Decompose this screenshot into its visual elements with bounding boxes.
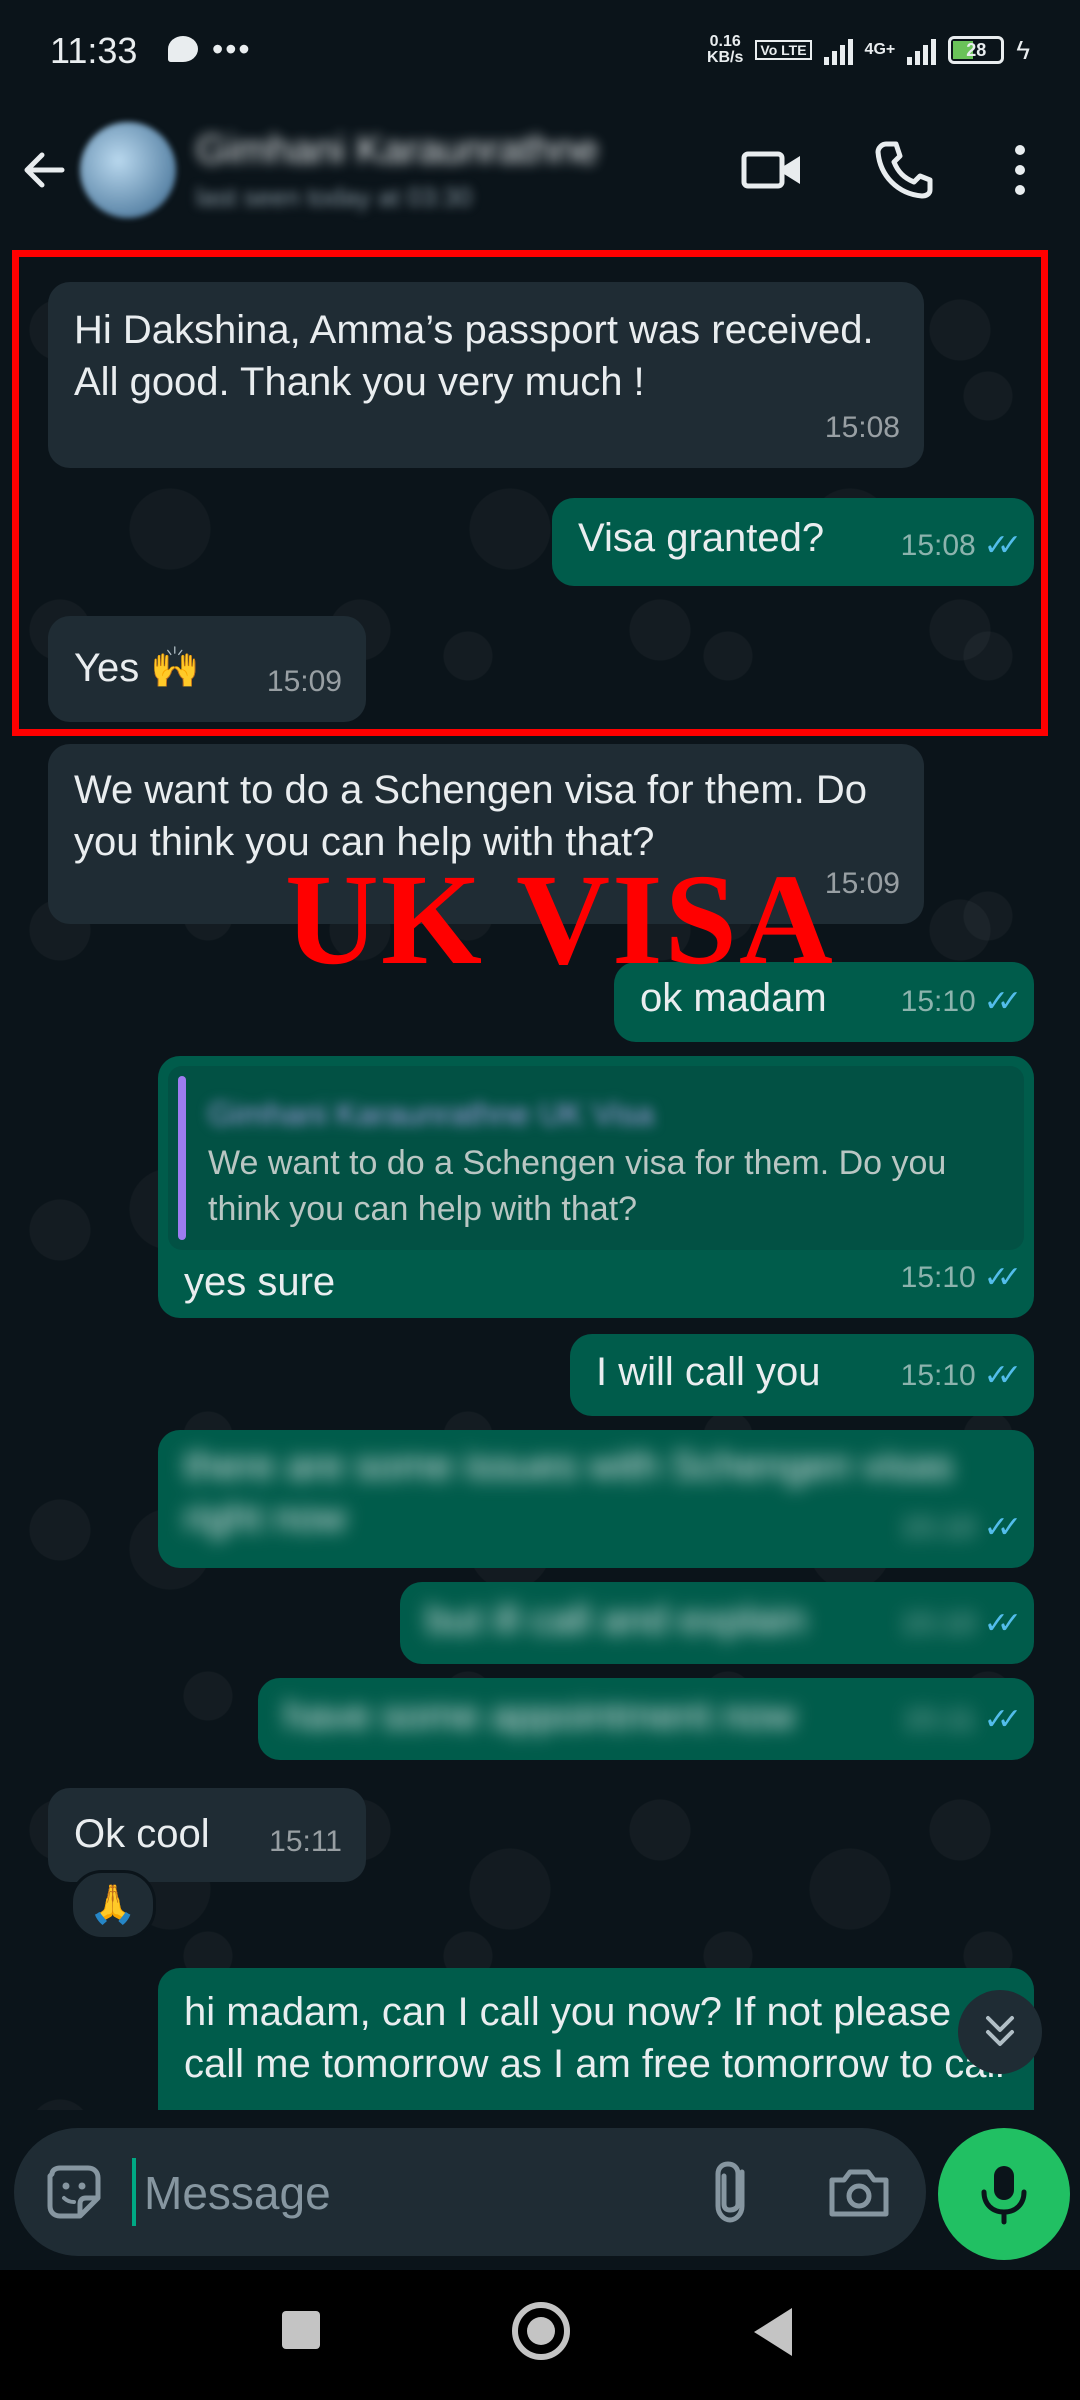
message-bubble-outgoing-reply[interactable]: Gimhani Karaunrathne UK Visa We want to …	[158, 1056, 1034, 1318]
contact-name[interactable]: Gimhani Karaunrathne	[196, 128, 598, 173]
message-meta: 15:11 ✓✓	[902, 1694, 1022, 1746]
battery-icon: 28	[948, 36, 1005, 64]
home-button[interactable]	[512, 2302, 570, 2360]
system-indicators: 0.16 KB/s Vo LTE 4G+ 28 ϟ	[707, 34, 1030, 66]
message-time: 15:11	[902, 1703, 976, 1736]
message-bubble-outgoing-blurred[interactable]: but ill call and explain 15:10 ✓✓	[400, 1582, 1034, 1664]
scroll-to-bottom-button[interactable]	[958, 1990, 1042, 2074]
quoted-text: We want to do a Schengen visa for them. …	[208, 1144, 947, 1228]
message-text: hi madam, can I call you now? If not ple…	[184, 1990, 1005, 2086]
read-receipt-icon: ✓✓	[983, 1703, 1022, 1736]
recent-apps-button[interactable]	[282, 2311, 320, 2349]
message-meta: 15:10 ✓✓	[900, 976, 1022, 1028]
message-time: 15:10	[900, 1607, 976, 1640]
network-speed-unit: KB/s	[706, 49, 744, 66]
read-receipt-icon: ✓✓	[983, 1359, 1022, 1392]
voice-call-icon[interactable]	[872, 138, 936, 202]
quoted-message[interactable]: Gimhani Karaunrathne UK Visa We want to …	[168, 1066, 1024, 1250]
voice-message-button[interactable]	[938, 2128, 1070, 2260]
message-time: 15:10	[900, 1511, 976, 1544]
message-time: 15:11	[269, 1825, 342, 1858]
message-input[interactable]	[142, 2158, 706, 2228]
read-receipt-icon: ✓✓	[983, 1607, 1022, 1640]
message-time: 15:10	[900, 1261, 976, 1294]
annotation-label: UK VISA	[285, 848, 835, 992]
volte-badge: Vo LTE	[755, 40, 812, 60]
more-options-icon[interactable]	[988, 138, 1052, 202]
message-bubble-outgoing-blurred[interactable]: have some appointment now 15:11 ✓✓	[258, 1678, 1034, 1760]
double-chevron-down-icon	[986, 2016, 1014, 2046]
video-call-icon[interactable]	[740, 138, 804, 202]
message-text: there are some issues with Schengen visa…	[184, 1444, 954, 1540]
status-bar: 11:33 ••• 0.16 KB/s Vo LTE 4G+ 28 ϟ	[0, 0, 1080, 100]
message-meta: 15:10 ✓✓	[900, 1252, 1022, 1304]
more-notifications-indicator: •••	[212, 31, 252, 67]
message-time: 15:10	[900, 985, 976, 1018]
message-text: yes sure	[184, 1260, 336, 1304]
message-meta: 15:10 ✓✓	[900, 1598, 1022, 1650]
message-bubble-outgoing[interactable]: I will call you 15:10 ✓✓	[570, 1334, 1034, 1416]
text-cursor	[132, 2158, 136, 2226]
reaction-emoji: 🙏	[89, 1884, 137, 1926]
message-bubble-outgoing[interactable]: hi madam, can I call you now? If not ple…	[158, 1968, 1034, 2110]
paperclip-icon[interactable]	[702, 2158, 766, 2226]
avatar[interactable]	[80, 122, 176, 218]
message-meta: 15:10 ✓✓	[900, 1502, 1022, 1554]
chat-header: Gimhani Karaunrathne last seen today at …	[0, 100, 1080, 240]
message-time: 15:10	[900, 1359, 976, 1392]
message-text: have some appointment now	[284, 1694, 796, 1738]
message-bubble-outgoing-blurred[interactable]: there are some issues with Schengen visa…	[158, 1430, 1034, 1568]
system-back-button[interactable]	[754, 2308, 792, 2356]
network-speed-value: 0.16	[709, 33, 741, 50]
back-arrow-icon[interactable]	[18, 145, 68, 195]
battery-level: 28	[966, 40, 987, 60]
signal-strength-icon	[823, 35, 853, 65]
read-receipt-icon: ✓✓	[983, 1261, 1022, 1294]
notification-icons: •••	[168, 31, 252, 67]
status-time: 11:33	[50, 30, 138, 71]
read-receipt-icon: ✓✓	[983, 1511, 1022, 1544]
sticker-icon[interactable]	[42, 2160, 106, 2224]
message-meta: 15:11	[269, 1816, 342, 1868]
last-seen-status: last seen today at 03:30	[196, 182, 473, 212]
charging-icon: ϟ	[1016, 34, 1030, 65]
network-type: 4G+	[864, 41, 896, 58]
read-receipt-icon: ✓✓	[983, 985, 1022, 1018]
signal-strength-icon-2	[907, 35, 937, 65]
message-bubble-incoming[interactable]: Ok cool 15:11	[48, 1788, 366, 1882]
chat-notification-icon	[168, 36, 198, 62]
camera-icon[interactable]	[826, 2160, 892, 2224]
system-navigation-bar	[0, 2270, 1080, 2400]
message-meta: 15:09	[825, 858, 900, 910]
message-time: 15:09	[824, 867, 900, 900]
microphone-icon	[981, 2166, 1027, 2225]
network-speed: 0.16 KB/s	[707, 34, 743, 66]
reaction-badge[interactable]: 🙏	[70, 1870, 156, 1940]
highlight-box	[12, 250, 1048, 736]
message-meta: 15:10 ✓✓	[900, 1350, 1022, 1402]
quoted-sender: Gimhani Karaunrathne UK Visa	[208, 1096, 654, 1132]
compose-bar	[14, 2128, 926, 2256]
